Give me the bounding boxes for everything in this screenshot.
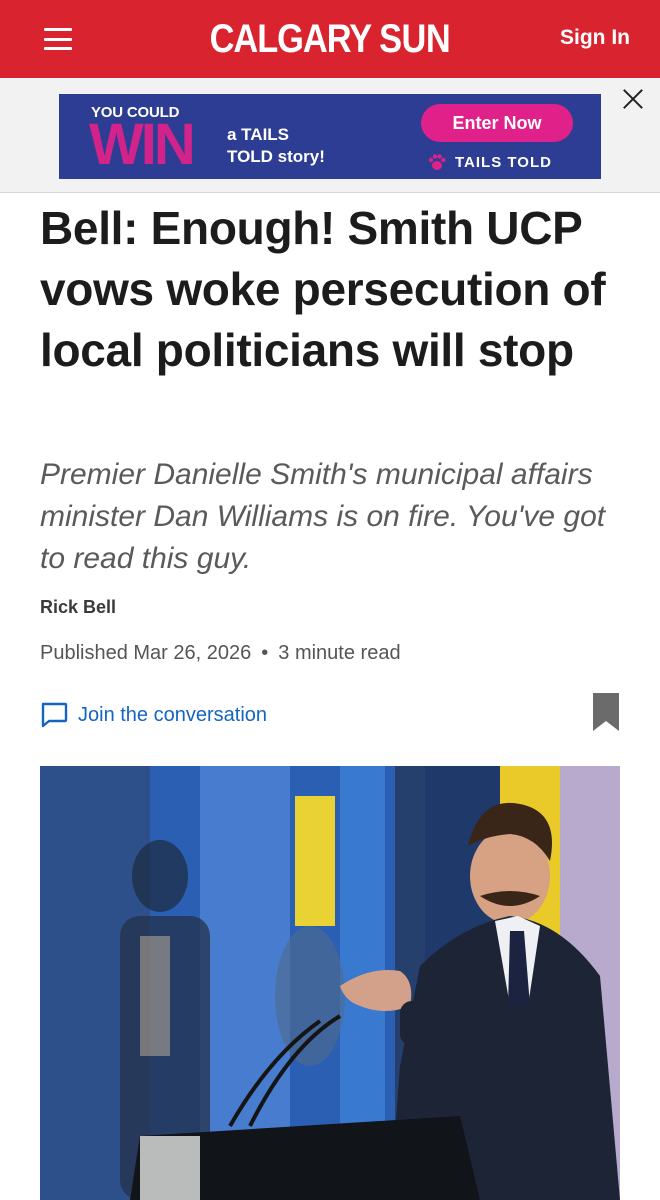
- article-dek: Premier Danielle Smith's municipal affai…: [40, 458, 606, 575]
- chat-bubble-icon: [41, 702, 68, 728]
- ad-brand-label: TAILS TOLD: [455, 153, 552, 171]
- site-header: CALGARY SUN Sign In: [0, 0, 660, 78]
- logo-sun: SUN: [379, 16, 451, 61]
- logo-calgary: CALGARY: [209, 16, 372, 61]
- ad-banner[interactable]: YOU COULD WIN a TAILS TOLD story! Enter …: [59, 94, 601, 179]
- ad-enter-now-button[interactable]: Enter Now: [421, 104, 573, 142]
- site-logo[interactable]: CALGARY SUN: [210, 17, 451, 62]
- article-headline: Bell: Enough! Smith UCP vows woke persec…: [40, 202, 606, 376]
- separator-dot: •: [261, 642, 269, 664]
- ad-story-line: TOLD story!: [227, 147, 325, 166]
- join-conversation-label: Join the conversation: [78, 703, 268, 726]
- ad-tails-line: a TAILS: [227, 125, 290, 144]
- article-photo: [40, 766, 620, 1200]
- sign-in-link[interactable]: Sign In: [560, 26, 630, 50]
- publish-date: Published Mar 26, 2026: [40, 642, 252, 664]
- ad-brand: TAILS TOLD: [427, 152, 552, 172]
- ad-win: WIN: [89, 112, 196, 177]
- join-conversation-link[interactable]: Join the conversation: [40, 702, 267, 728]
- paw-icon: [428, 154, 446, 170]
- hamburger-menu-icon[interactable]: [44, 28, 72, 50]
- ad-band: YOU COULD WIN a TAILS TOLD story! Enter …: [0, 78, 660, 193]
- bookmark-icon[interactable]: [591, 691, 621, 733]
- photo-illustration: [40, 766, 620, 1200]
- read-time: 3 minute read: [278, 642, 401, 664]
- article-author[interactable]: Rick Bell: [40, 597, 116, 618]
- close-icon[interactable]: [622, 88, 644, 110]
- publish-info: Published Mar 26, 2026 • 3 minute read: [40, 642, 401, 665]
